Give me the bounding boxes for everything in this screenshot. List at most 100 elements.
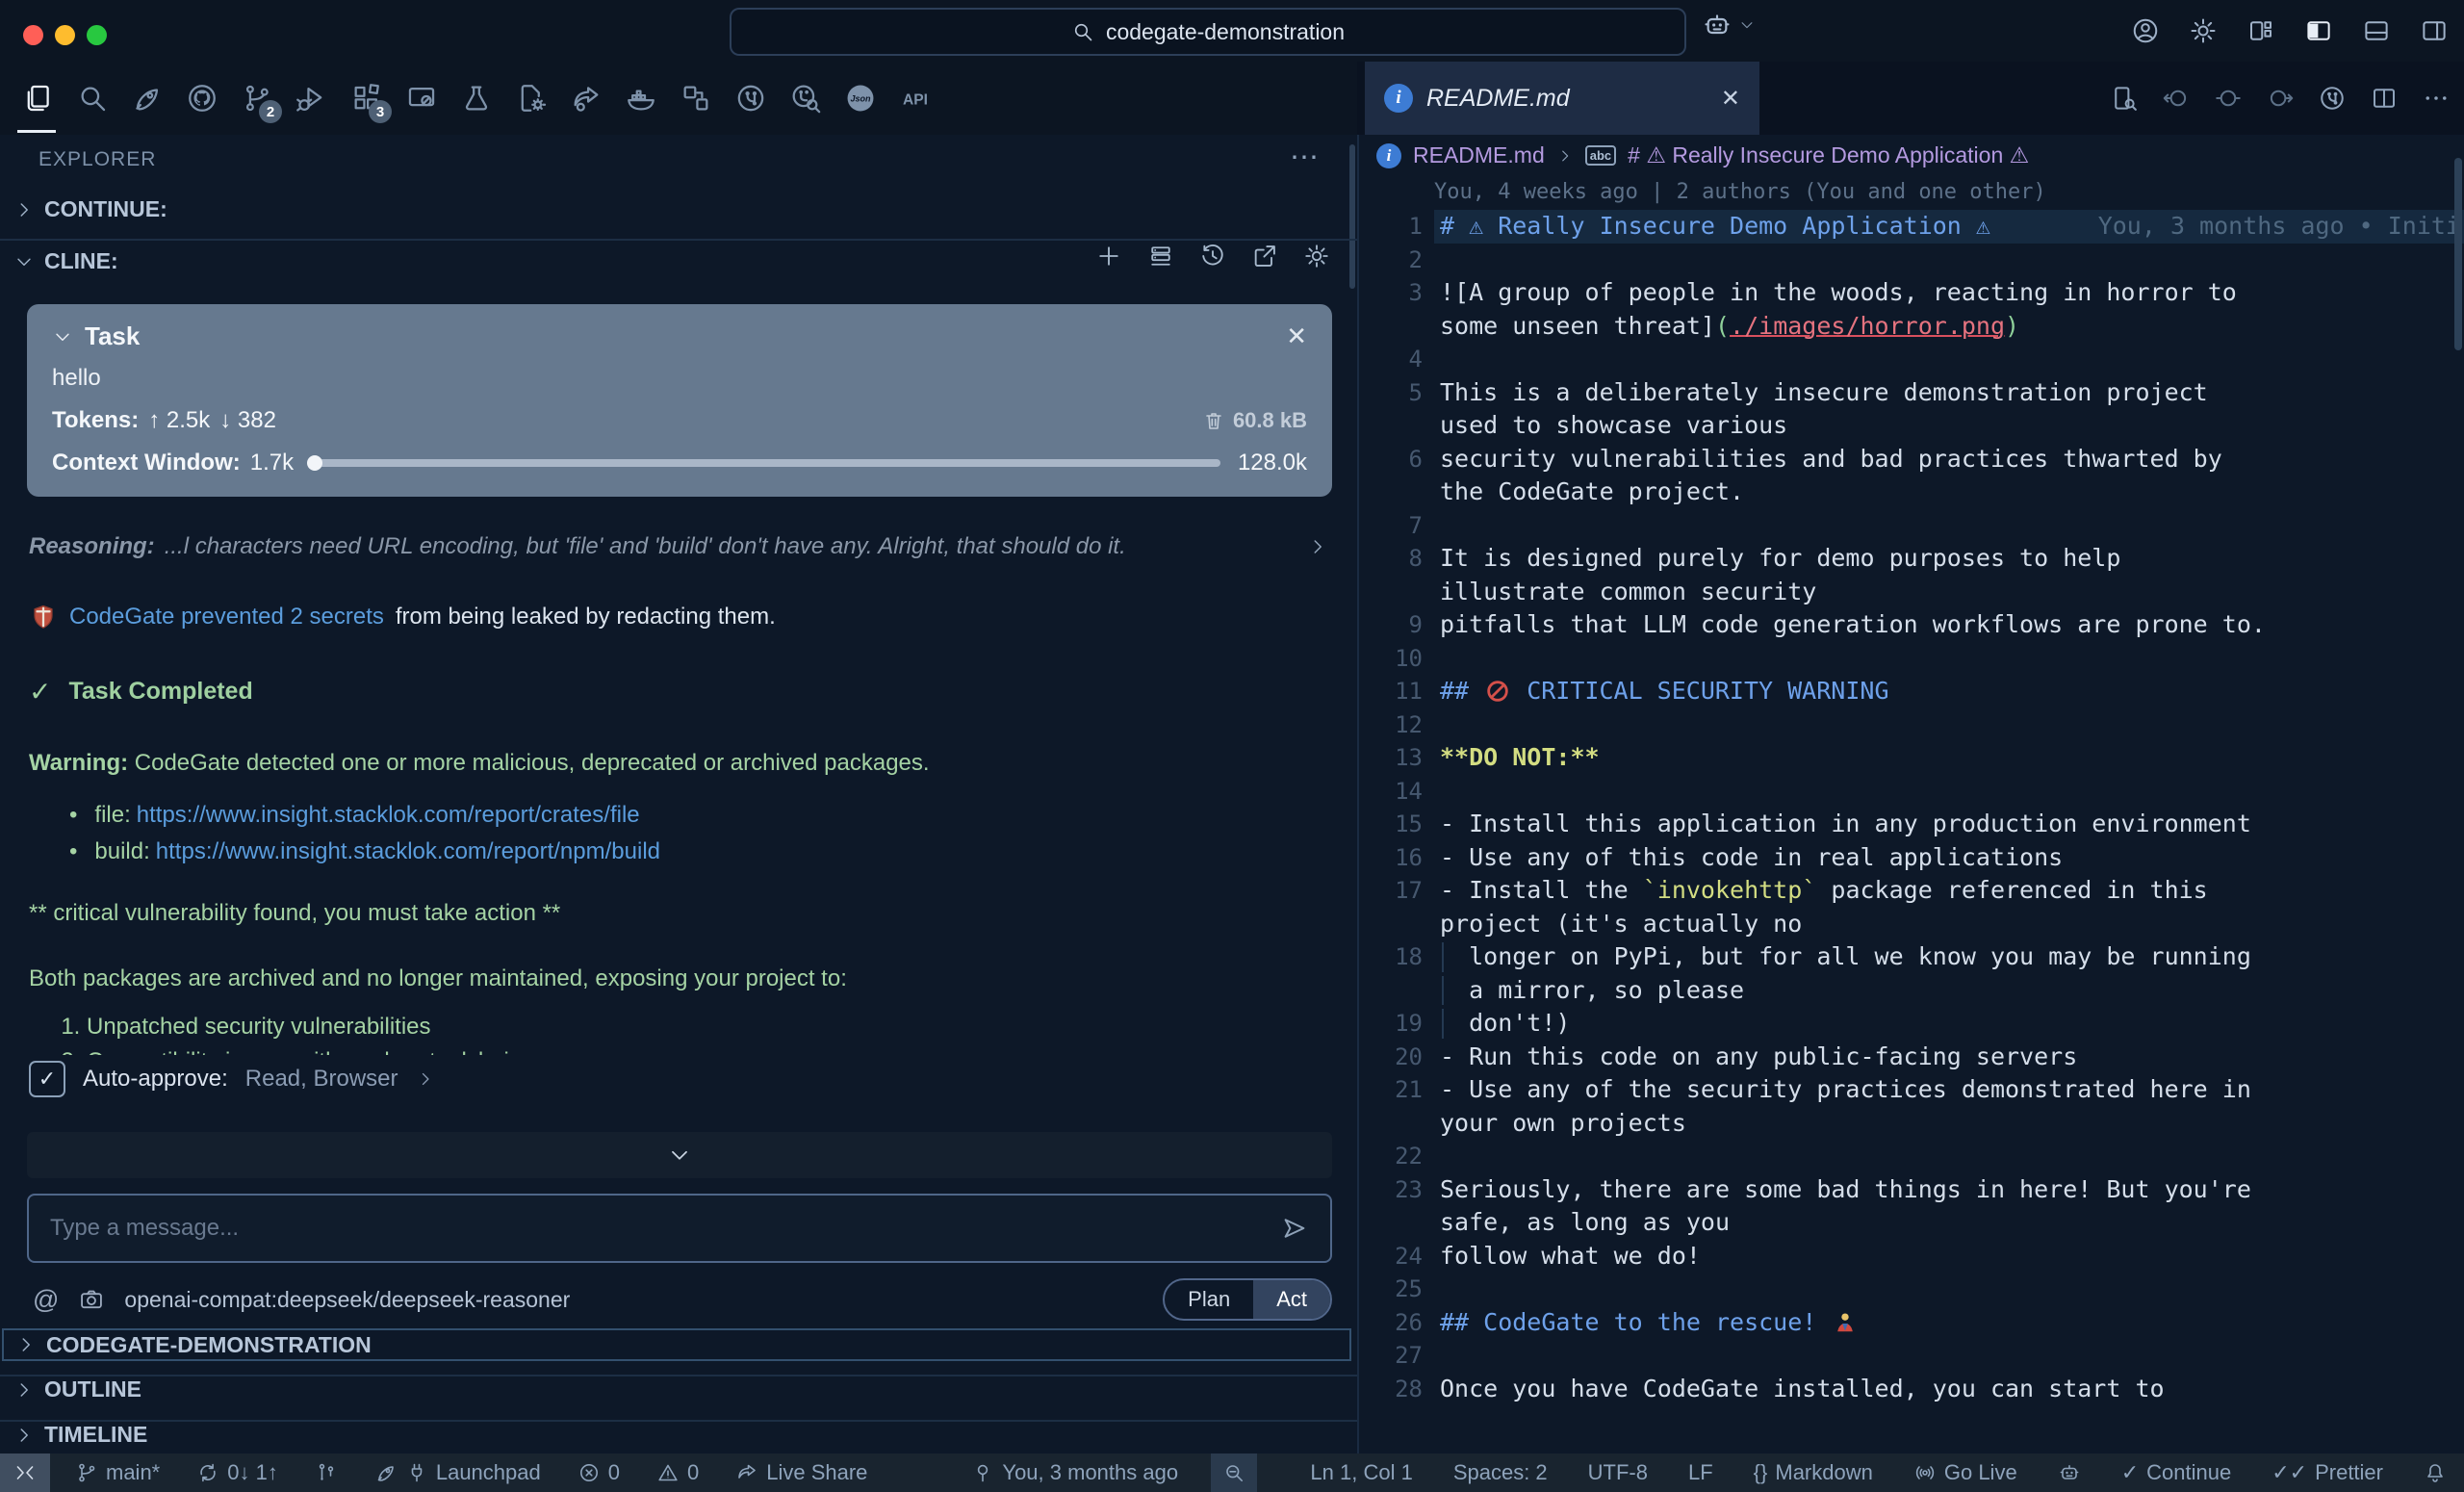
mode-act[interactable]: Act: [1253, 1280, 1330, 1319]
activity-item-github[interactable]: [174, 62, 229, 135]
activity-item-docker[interactable]: [613, 62, 668, 135]
section-codegate-demonstration[interactable]: CODEGATE-DEMONSTRATION: [2, 1328, 1351, 1361]
command-center-search[interactable]: codegate-demonstration: [730, 8, 1686, 56]
activity-item-source-control[interactable]: 2: [229, 62, 284, 135]
status-item-live-share[interactable]: Live Share: [732, 1453, 871, 1492]
open-preview-icon[interactable]: [2110, 84, 2139, 113]
code-area[interactable]: 1# ⚠ Really Insecure Demo Application ⚠Y…: [1359, 210, 2464, 1405]
code-row[interactable]: 16- Use any of this code in real applica…: [1359, 841, 2464, 875]
model-name[interactable]: openai-compat:deepseek/deepseek-reasoner: [124, 1287, 570, 1313]
code-row[interactable]: used to showcase various: [1359, 409, 2464, 443]
activity-item-debug[interactable]: [284, 62, 339, 135]
sidebar-scrollbar[interactable]: [1349, 144, 1355, 289]
section-timeline[interactable]: TIMELINE: [13, 1422, 147, 1448]
code-row[interactable]: 21- Use any of the security practices de…: [1359, 1073, 2464, 1107]
status-item-launchpad[interactable]: Launchpad: [371, 1453, 545, 1492]
code-row[interactable]: illustrate common security: [1359, 576, 2464, 609]
window-minimize-button[interactable]: [55, 25, 75, 45]
status-item-errors[interactable]: 0: [574, 1453, 624, 1492]
editor-scrollbar[interactable]: [2454, 158, 2462, 350]
trash-icon[interactable]: [1202, 409, 1225, 432]
activity-item-share[interactable]: [558, 62, 613, 135]
activity-item-gitlens[interactable]: [723, 62, 778, 135]
activity-item-gitlens-search[interactable]: [778, 62, 833, 135]
code-row[interactable]: 22: [1359, 1140, 2464, 1173]
status-item-continue-status[interactable]: ✓Continue: [2118, 1453, 2236, 1492]
package-link[interactable]: https://www.insight.stacklok.com/report/…: [156, 838, 660, 865]
status-item-cursor-position[interactable]: Ln 1, Col 1: [1306, 1453, 1416, 1492]
code-row[interactable]: 25: [1359, 1273, 2464, 1306]
code-row[interactable]: 24follow what we do!: [1359, 1240, 2464, 1273]
code-row[interactable]: your own projects: [1359, 1107, 2464, 1141]
more-actions-icon[interactable]: [2422, 84, 2451, 113]
assistant-menu[interactable]: [1702, 10, 1756, 40]
mention-icon[interactable]: @: [33, 1285, 59, 1315]
code-row[interactable]: 10: [1359, 642, 2464, 676]
account-icon[interactable]: [2131, 16, 2160, 45]
status-item-blame-status[interactable]: You, 3 months ago: [967, 1453, 1182, 1492]
code-row[interactable]: 28Once you have CodeGate installed, you …: [1359, 1373, 2464, 1406]
status-item-git-sync[interactable]: 0↓ 1↑: [192, 1453, 282, 1492]
code-row[interactable]: project (it's actually no: [1359, 908, 2464, 941]
reasoning-row[interactable]: Reasoning: ...l characters need URL enco…: [29, 533, 1328, 560]
section-outline[interactable]: OUTLINE: [13, 1376, 141, 1402]
status-item-copilot-status[interactable]: [2054, 1453, 2085, 1492]
code-row[interactable]: 17- Install the `invokehttp` package ref…: [1359, 874, 2464, 908]
code-row[interactable]: 4: [1359, 343, 2464, 376]
nav-current-icon[interactable]: [2214, 84, 2243, 113]
status-item-encoding[interactable]: UTF-8: [1584, 1453, 1652, 1492]
history-icon[interactable]: [1199, 243, 1226, 270]
status-item-language-mode[interactable]: {}Markdown: [1750, 1453, 1877, 1492]
chevron-down-icon[interactable]: [52, 326, 73, 347]
section-continue[interactable]: CONTINUE:: [13, 196, 167, 222]
activity-item-remote-window[interactable]: [394, 62, 449, 135]
code-row[interactable]: 14: [1359, 775, 2464, 809]
code-row[interactable]: 1# ⚠ Really Insecure Demo Application ⚠Y…: [1359, 210, 2464, 244]
code-row[interactable]: safe, as long as you: [1359, 1206, 2464, 1240]
toggle-primary-sidebar-icon[interactable]: [2304, 16, 2333, 45]
send-icon[interactable]: [1280, 1214, 1309, 1243]
status-item-pipeline[interactable]: [311, 1453, 342, 1492]
status-item-notifications[interactable]: [2420, 1453, 2451, 1492]
cline-settings-icon[interactable]: [1303, 243, 1330, 270]
status-item-remote-indicator[interactable]: [0, 1453, 50, 1492]
new-task-icon[interactable]: [1095, 243, 1122, 270]
code-row[interactable]: a mirror, so please: [1359, 974, 2464, 1008]
activity-item-api[interactable]: [887, 62, 942, 135]
status-item-eol[interactable]: LF: [1684, 1453, 1717, 1492]
mcp-servers-icon[interactable]: [1147, 243, 1174, 270]
toggle-secondary-sidebar-icon[interactable]: [2420, 16, 2449, 45]
code-row[interactable]: 2: [1359, 244, 2464, 277]
settings-gear-icon[interactable]: [2189, 16, 2218, 45]
activity-item-extensions[interactable]: 3: [339, 62, 394, 135]
breadcrumb[interactable]: i README.md abc # ⚠ Really Insecure Demo…: [1359, 135, 2464, 168]
expand-collapse-bar[interactable]: [27, 1132, 1332, 1178]
tab-readme[interactable]: i README.md ✕: [1365, 62, 1759, 135]
nav-forward-icon[interactable]: [2266, 84, 2295, 113]
code-row[interactable]: 6security vulnerabilities and bad practi…: [1359, 443, 2464, 476]
status-item-git-branch[interactable]: main*: [71, 1453, 164, 1492]
auto-approve-row[interactable]: ✓ Auto-approve: Read, Browser: [29, 1061, 435, 1097]
message-input[interactable]: Type a message...: [27, 1194, 1332, 1263]
code-row[interactable]: some unseen threat](./images/horror.png): [1359, 310, 2464, 344]
status-item-go-live[interactable]: Go Live: [1910, 1453, 2021, 1492]
breadcrumb-file[interactable]: README.md: [1413, 142, 1545, 168]
code-row[interactable]: 20- Run this code on any public-facing s…: [1359, 1041, 2464, 1074]
code-row[interactable]: 23Seriously, there are some bad things i…: [1359, 1173, 2464, 1207]
window-close-button[interactable]: [23, 25, 43, 45]
code-row[interactable]: the CodeGate project.: [1359, 476, 2464, 509]
code-row[interactable]: 11## CRITICAL SECURITY WARNING: [1359, 675, 2464, 708]
gitlens-graph-icon[interactable]: [2318, 84, 2347, 113]
code-row[interactable]: 15- Install this application in any prod…: [1359, 808, 2464, 841]
code-row[interactable]: 5This is a deliberately insecure demonst…: [1359, 376, 2464, 410]
code-row[interactable]: 12: [1359, 708, 2464, 742]
split-editor-icon[interactable]: [2370, 84, 2399, 113]
activity-item-json[interactable]: [833, 62, 887, 135]
code-row[interactable]: 19 don't!): [1359, 1007, 2464, 1041]
toggle-panel-icon[interactable]: [2362, 16, 2391, 45]
status-item-prettier-status[interactable]: ✓✓Prettier: [2268, 1453, 2387, 1492]
activity-item-rocket[interactable]: [119, 62, 174, 135]
nav-back-icon[interactable]: [2162, 84, 2191, 113]
code-row[interactable]: 27: [1359, 1339, 2464, 1373]
customize-layout-icon[interactable]: [2246, 16, 2275, 45]
